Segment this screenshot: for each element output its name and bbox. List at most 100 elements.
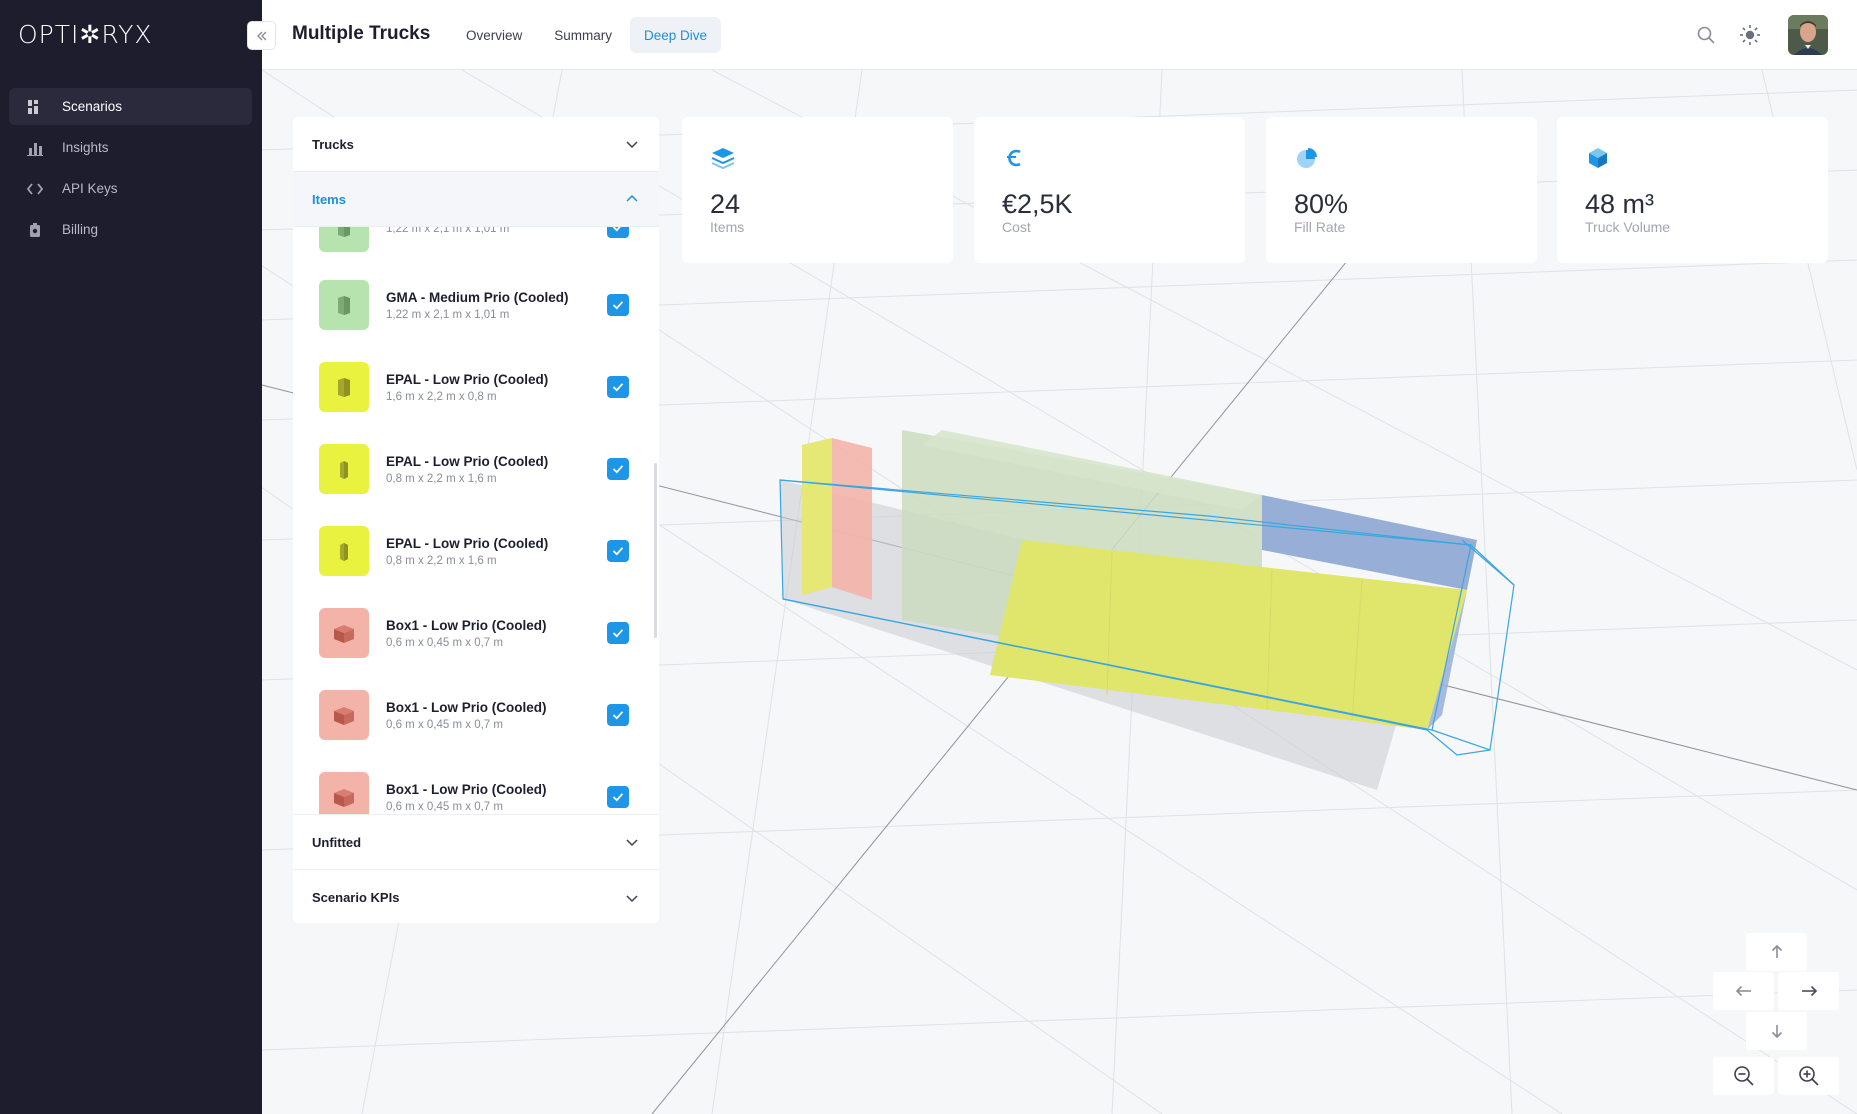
check-icon <box>612 547 624 556</box>
item-thumbnail <box>319 444 369 494</box>
item-thumbnail <box>319 362 369 412</box>
check-icon <box>612 383 624 392</box>
item-name: Box1 - Low Prio (Cooled) <box>386 617 547 633</box>
sidebar-item-api-keys[interactable]: API Keys <box>9 170 252 207</box>
list-item[interactable]: Box1 - Low Prio (Cooled) 0,6 m x 0,45 m … <box>293 592 659 674</box>
kpi-label: Cost <box>1002 219 1031 235</box>
item-checkbox[interactable] <box>607 622 629 644</box>
item-name: EPAL - Low Prio (Cooled) <box>386 535 549 551</box>
code-icon <box>26 180 44 198</box>
item-name: Box1 - Low Prio (Cooled) <box>386 699 547 715</box>
sidebar-item-scenarios[interactable]: Scenarios <box>9 88 252 125</box>
tab-overview[interactable]: Overview <box>452 17 536 53</box>
tab-bar: Overview Summary Deep Dive <box>452 17 725 53</box>
items-list[interactable]: 1,22 m x 2,1 m x 1,01 m GMA - Medium Pri… <box>293 227 659 815</box>
cargo-red-stack <box>832 438 872 600</box>
list-item[interactable]: EPAL - Low Prio (Cooled) 0,8 m x 2,2 m x… <box>293 510 659 592</box>
item-dimensions: 1,22 m x 2,1 m x 1,01 m <box>386 227 510 235</box>
item-checkbox[interactable] <box>607 540 629 562</box>
item-name: EPAL - Low Prio (Cooled) <box>386 453 549 469</box>
item-checkbox[interactable] <box>607 294 629 316</box>
kpi-value: €2,5K <box>1002 189 1073 219</box>
euro-icon <box>1002 145 1028 171</box>
layers-icon <box>710 145 736 171</box>
item-checkbox[interactable] <box>607 376 629 398</box>
section-trucks[interactable]: Trucks <box>293 117 659 172</box>
kpi-label: Fill Rate <box>1294 219 1346 235</box>
list-item[interactable]: GMA - Medium Prio (Cooled) 1,22 m x 2,1 … <box>293 264 659 346</box>
zoom-in-button[interactable] <box>1778 1057 1839 1095</box>
check-icon <box>612 629 624 638</box>
sidebar-item-billing[interactable]: Billing <box>9 211 252 248</box>
sidebar: OPTI✲RYX Scenarios Insights API Keys Bil… <box>0 0 262 1114</box>
item-thumbnail <box>319 526 369 576</box>
item-checkbox[interactable] <box>607 458 629 480</box>
kpi-card-fill-rate: 80% Fill Rate <box>1266 117 1537 263</box>
item-dimensions: 0,6 m x 0,45 m x 0,7 m <box>386 800 503 813</box>
billing-icon <box>26 221 44 239</box>
arrow-left-icon <box>1735 985 1751 997</box>
section-unfitted[interactable]: Unfitted <box>293 815 659 870</box>
kpi-value: 80% <box>1294 189 1349 219</box>
section-title: Scenario KPIs <box>312 890 400 905</box>
pan-left-button[interactable] <box>1713 972 1774 1010</box>
item-checkbox[interactable] <box>607 227 629 238</box>
item-dimensions: 1,6 m x 2,2 m x 0,8 m <box>386 390 497 403</box>
arrow-down-icon <box>1771 1025 1782 1039</box>
page-title: Multiple Trucks <box>292 23 431 44</box>
truck-container-3d[interactable] <box>779 430 1515 790</box>
tab-summary[interactable]: Summary <box>540 17 626 53</box>
item-thumbnail <box>319 772 369 814</box>
list-item[interactable]: 1,22 m x 2,1 m x 1,01 m <box>293 227 659 268</box>
list-scrollbar[interactable] <box>654 463 657 638</box>
item-name: EPAL - Low Prio (Cooled) <box>386 371 549 387</box>
item-thumbnail <box>319 690 369 740</box>
pan-right-button[interactable] <box>1778 972 1839 1010</box>
item-checkbox[interactable] <box>607 786 629 808</box>
chevron-down-icon <box>626 894 638 902</box>
section-items[interactable]: Items <box>293 172 659 227</box>
tab-deep-dive[interactable]: Deep Dive <box>630 17 722 53</box>
list-item[interactable]: EPAL - Low Prio (Cooled) 1,6 m x 2,2 m x… <box>293 346 659 428</box>
avatar[interactable] <box>1788 15 1828 55</box>
kpi-value: 24 <box>710 189 741 219</box>
item-name: Box1 - Low Prio (Cooled) <box>386 781 547 797</box>
pan-down-button[interactable] <box>1746 1012 1807 1050</box>
theme-toggle-icon[interactable] <box>1738 23 1762 47</box>
item-dimensions: 0,8 m x 2,2 m x 1,6 m <box>386 472 497 485</box>
app-logo[interactable]: OPTI✲RYX <box>18 20 153 49</box>
box-icon <box>334 625 354 643</box>
check-icon <box>612 301 624 310</box>
section-scenario-kpis[interactable]: Scenario KPIs <box>293 870 659 923</box>
pallet-icon <box>340 461 348 479</box>
item-dimensions: 1,22 m x 2,1 m x 1,01 m <box>386 308 510 321</box>
item-checkbox[interactable] <box>607 704 629 726</box>
search-icon[interactable] <box>1694 23 1718 47</box>
item-name: GMA - Medium Prio (Cooled) <box>386 289 569 305</box>
chevron-down-icon <box>626 839 638 847</box>
cargo-yellow-left <box>802 438 832 595</box>
check-icon <box>612 793 624 802</box>
collapse-sidebar-button[interactable] <box>247 21 276 50</box>
pie-icon <box>1294 145 1320 171</box>
arrow-up-icon <box>1771 944 1782 958</box>
check-icon <box>612 227 621 232</box>
chevron-down-icon <box>626 141 638 149</box>
sidebar-item-label: API Keys <box>62 181 118 196</box>
sidebar-item-insights[interactable]: Insights <box>9 129 252 166</box>
pan-up-button[interactable] <box>1746 933 1807 971</box>
kpi-card-cost: €2,5K Cost <box>974 117 1245 263</box>
arrow-right-icon <box>1801 985 1817 997</box>
zoom-out-button[interactable] <box>1713 1057 1774 1095</box>
list-item[interactable]: EPAL - Low Prio (Cooled) 0,8 m x 2,2 m x… <box>293 428 659 510</box>
list-item[interactable]: Box1 - Low Prio (Cooled) 0,6 m x 0,45 m … <box>293 674 659 756</box>
list-item[interactable]: Box1 - Low Prio (Cooled) 0,6 m x 0,45 m … <box>293 756 659 814</box>
item-dimensions: 0,8 m x 2,2 m x 1,6 m <box>386 554 497 567</box>
kpi-label: Truck Volume <box>1585 219 1671 235</box>
scenarios-icon <box>26 98 44 116</box>
section-title: Items <box>312 191 346 207</box>
top-header: Multiple Trucks Overview Summary Deep Di… <box>247 0 1857 70</box>
check-icon <box>612 711 624 720</box>
kpi-label: Items <box>710 219 745 235</box>
box-icon <box>334 707 354 725</box>
